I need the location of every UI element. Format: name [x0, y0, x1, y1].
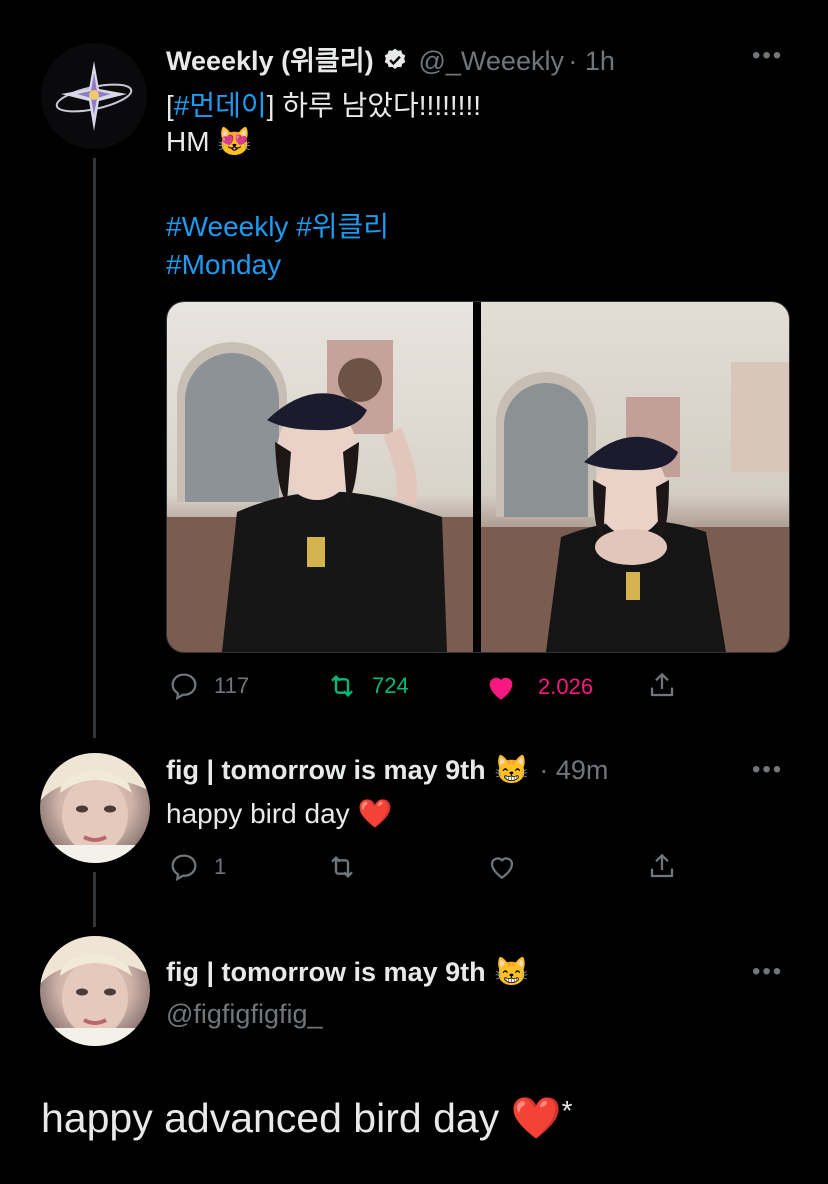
tweet1-display-name[interactable]: Weeekly (위클리): [166, 46, 374, 76]
hashtag-monday-kr[interactable]: #먼데이: [174, 90, 267, 121]
heart-eyes-cat-emoji: 😻: [217, 126, 253, 157]
weeekly-logo-icon: [55, 61, 133, 131]
bracket-open: [: [166, 90, 174, 121]
tweet3-header: fig | tomorrow is may 9th 😸: [166, 955, 529, 988]
tweet1-media[interactable]: [166, 301, 790, 653]
tweet3-text: happy advanced bird day ❤️*: [41, 1095, 573, 1143]
verified-badge-icon: [382, 47, 408, 78]
tweet2-like-button[interactable]: [486, 851, 518, 883]
reply-icon: [171, 673, 197, 701]
tweet1-line1: [#먼데이] 하루 남았다!!!!!!!!: [166, 84, 481, 124]
tweet3-display-name[interactable]: fig | tomorrow is may 9th: [166, 957, 486, 987]
tweet1-handle[interactable]: @_Weeekly: [419, 46, 564, 76]
share-icon: [650, 853, 674, 878]
retweet-icon: [331, 855, 353, 879]
red-heart-emoji: ❤️: [357, 798, 393, 829]
tweet2-retweet-button[interactable]: [326, 851, 358, 883]
tweet1-retweet-count: 724: [372, 673, 409, 698]
tweet1-share-button[interactable]: [646, 669, 678, 701]
tweet1-like-count: 2.026: [538, 674, 594, 699]
line2-text: HM: [166, 126, 210, 157]
tweet2-reply-button[interactable]: 1: [168, 851, 226, 883]
media-photo-2[interactable]: [481, 302, 789, 652]
thread-line-1: [93, 158, 96, 738]
share-icon: [650, 672, 674, 697]
tweet3-more-button[interactable]: •••: [752, 958, 783, 986]
thread-line-2: [93, 872, 96, 927]
tweet1-time[interactable]: · 1h: [568, 46, 615, 76]
avatar-photo: [40, 753, 150, 863]
avatar-photo: [40, 936, 150, 1046]
tweet2-time[interactable]: · 49m: [539, 755, 608, 785]
weeekly-avatar[interactable]: [41, 43, 147, 149]
tweet1-reply-count: 117: [214, 673, 250, 698]
heart-filled-icon: [489, 677, 513, 700]
tweet1-reply-button[interactable]: 117: [168, 670, 249, 702]
tweet1-hashtag-monday-line: #Monday: [166, 249, 281, 281]
tweet2-more-button[interactable]: •••: [752, 756, 783, 784]
hashtag-weeekly-kr[interactable]: #위클리: [296, 211, 389, 242]
tweet1-header: Weeekly (위클리) @_Weeekly · 1h: [166, 39, 615, 78]
hashtag-monday[interactable]: #Monday: [166, 249, 281, 280]
fig-avatar-main[interactable]: [40, 936, 150, 1046]
red-heart-emoji: ❤️: [510, 1095, 562, 1141]
media-divider: [473, 302, 481, 652]
tweet3-handle[interactable]: @figfigfigfig_: [166, 999, 323, 1030]
media-photo-1[interactable]: [167, 302, 473, 652]
tweet1-line2: HM 😻: [166, 125, 252, 158]
tweet2-header: fig | tomorrow is may 9th 😸 · 49m: [166, 753, 608, 786]
tweet1-retweet-button[interactable]: 724: [326, 670, 409, 702]
fig-avatar-reply[interactable]: [40, 753, 150, 863]
tweet1-hashtags-line: #Weeekly #위클리: [166, 205, 389, 245]
tweet2-text: happy bird day ❤️: [166, 797, 392, 830]
retweet-icon: [331, 674, 353, 698]
reply-icon: [171, 854, 197, 882]
hashtag-weeekly[interactable]: #Weeekly: [166, 211, 288, 242]
tweet2-share-button[interactable]: [646, 850, 678, 882]
tweet2-reply-count: 1: [214, 854, 227, 879]
line1-rest: ] 하루 남았다!!!!!!!!: [266, 90, 482, 121]
tweet3-text-content: happy advanced bird day: [41, 1095, 500, 1141]
grinning-cat-emoji: 😸: [494, 754, 529, 785]
heart-outline-icon: [490, 857, 514, 880]
grinning-cat-emoji: 😸: [494, 956, 529, 987]
tweet1-more-button[interactable]: •••: [752, 42, 783, 70]
tweet1-like-button[interactable]: 2.026: [484, 670, 593, 704]
tweet2-text-content: happy bird day: [166, 798, 350, 829]
asterisk: *: [561, 1095, 573, 1126]
tweet2-display-name[interactable]: fig | tomorrow is may 9th: [166, 755, 486, 785]
